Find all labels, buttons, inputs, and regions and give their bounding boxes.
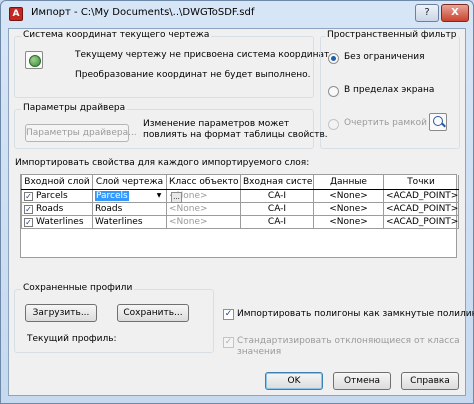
table-row[interactable]: ✓ Roads Roads <None> CA-I <None> <ACAD_PO… (21, 201, 459, 216)
radio-no-limit[interactable] (328, 53, 339, 64)
globe-icon (25, 51, 43, 69)
input-layer-name: Parcels (36, 190, 68, 201)
save-profile-button[interactable]: Сохранить... (117, 304, 189, 322)
driver-note-line-1: Изменение параметров может (143, 119, 290, 129)
input-system-cell[interactable]: CA-I (240, 214, 314, 229)
coord-system-message-2: Преобразование координат не будет выполн… (75, 70, 311, 80)
points-cell[interactable]: <ACAD_POINT> (383, 201, 459, 216)
spatial-filter-group-label: Пространственный фильтр (325, 30, 459, 40)
table-row[interactable]: ✓ Waterlines Waterlines <None> CA-I <None… (21, 214, 459, 229)
object-class-browse-button[interactable]: ... (171, 192, 182, 203)
points-cell[interactable]: <ACAD_POINT> (383, 188, 459, 203)
row-checkbox[interactable]: ✓ (24, 204, 33, 214)
input-layer-name: Waterlines (36, 216, 84, 227)
saved-profiles-group: Сохраненные профили Загрузить... Сохрани… (14, 283, 214, 353)
saved-profiles-group-label: Сохраненные профили (21, 283, 135, 293)
load-profile-button[interactable]: Загрузить... (25, 304, 97, 322)
column-header-input-system[interactable]: Входная систе (240, 175, 314, 190)
autocad-app-icon: A (9, 7, 23, 21)
radio-no-limit-label[interactable]: Без ограничения (344, 52, 425, 62)
dialog-body: Система координат текущего чертежа Текущ… (8, 28, 474, 396)
radio-screen-extents[interactable] (328, 86, 339, 97)
input-system-cell[interactable]: CA-I (240, 188, 314, 203)
input-layer-cell[interactable]: ✓ Waterlines (21, 214, 93, 229)
help-button[interactable]: Справка (401, 372, 459, 390)
table-row[interactable]: ✓ Parcels Parcels ▼ <None> CA-I <None> <AC… (21, 188, 459, 203)
coord-system-message-1: Текущему чертежу не присвоена система ко… (75, 50, 333, 60)
column-header-data[interactable]: Данные (313, 175, 384, 190)
input-system-cell[interactable]: CA-I (240, 201, 314, 216)
input-layer-cell[interactable]: ✓ Parcels (21, 188, 93, 203)
data-cell[interactable]: <None> (313, 214, 384, 229)
row-checkbox[interactable]: ✓ (24, 191, 33, 201)
driver-params-group: Параметры драйвера Параметры драйвера...… (14, 103, 328, 149)
object-class-cell[interactable]: <None> (166, 201, 241, 216)
radio-screen-extents-label[interactable]: В пределах экрана (344, 85, 434, 95)
layer-properties-grid: Входной слой Слой чертежа Класс объекто … (20, 174, 459, 258)
window-title: Импорт - C:\My Documents\..\DWGToSDF.sdf (31, 7, 255, 18)
input-layer-name: Roads (36, 203, 64, 214)
grid-header-row: Входной слой Слой чертежа Класс объекто … (21, 175, 459, 190)
driver-params-button[interactable]: Параметры драйвера... (25, 124, 137, 142)
layers-heading: Импортировать свойства для каждого импор… (15, 158, 310, 168)
close-button[interactable]: X (441, 4, 469, 22)
help-title-button[interactable]: ? (415, 4, 439, 22)
drawing-layer-value[interactable]: Parcels (95, 190, 129, 201)
drawing-layer-cell[interactable]: Waterlines (92, 214, 167, 229)
column-header-drawing-layer[interactable]: Слой чертежа (92, 175, 167, 190)
zoom-window-icon[interactable] (429, 113, 447, 131)
drawing-layer-dropdown[interactable]: Parcels ▼ (92, 188, 167, 203)
coord-system-group-label: Система координат текущего чертежа (21, 30, 212, 40)
standardize-label-line-2[interactable]: значения (237, 347, 281, 357)
radio-window[interactable] (328, 119, 339, 130)
spatial-filter-group: Пространственный фильтр Без ограничения … (320, 30, 460, 149)
cancel-button[interactable]: Отмена (333, 372, 391, 390)
coord-system-group: Система координат текущего чертежа Текущ… (14, 30, 332, 98)
data-cell[interactable]: <None> (313, 201, 384, 216)
standardize-label-line-1[interactable]: Стандартизировать отклоняющиеся от класс… (237, 336, 460, 346)
closed-polygons-checkbox[interactable]: ✓ (223, 309, 234, 320)
import-dialog: A Импорт - C:\My Documents\..\DWGToSDF.s… (0, 0, 474, 404)
column-header-object-class[interactable]: Класс объекто (166, 175, 241, 190)
row-checkbox[interactable]: ✓ (24, 217, 33, 227)
object-class-cell[interactable]: <None> (166, 214, 241, 229)
driver-params-group-label: Параметры драйвера (21, 103, 128, 113)
ok-button[interactable]: OK (265, 372, 323, 390)
driver-note-line-2: повлиять на формат таблицы свойств. (143, 130, 328, 140)
data-cell[interactable]: <None> (313, 188, 384, 203)
title-bar[interactable]: A Импорт - C:\My Documents\..\DWGToSDF.s… (1, 1, 473, 27)
points-cell[interactable]: <ACAD_POINT> (383, 214, 459, 229)
radio-window-label[interactable]: Очертить рамкой (344, 118, 427, 128)
column-header-points[interactable]: Точки (383, 175, 459, 190)
closed-polygons-label[interactable]: Импортировать полигоны как замкнутые пол… (237, 309, 474, 319)
drawing-layer-cell[interactable]: Roads (92, 201, 167, 216)
standardize-checkbox[interactable]: ✓ (223, 337, 234, 348)
input-layer-cell[interactable]: ✓ Roads (21, 201, 93, 216)
chevron-down-icon[interactable]: ▼ (154, 191, 164, 201)
column-header-input-layer[interactable]: Входной слой (21, 175, 93, 190)
current-profile-label: Текущий профиль: (27, 334, 117, 344)
